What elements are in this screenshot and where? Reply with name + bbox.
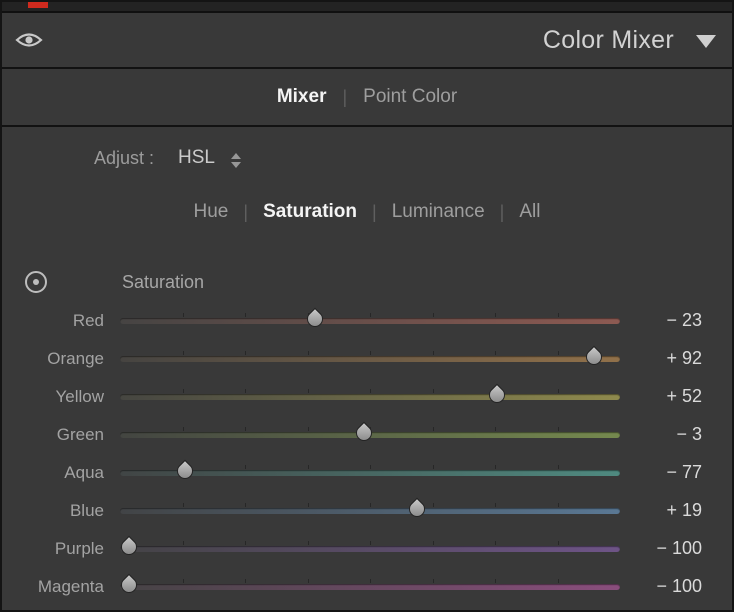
slider-value[interactable]: + 92 <box>612 348 702 369</box>
slider-label: Orange <box>47 349 104 368</box>
slider-label: Green <box>56 425 104 444</box>
slider-thumb[interactable] <box>173 459 196 483</box>
tab-point-color[interactable]: Point Color <box>363 86 457 108</box>
slider-label: Red <box>72 311 104 330</box>
panel-title: Color Mixer <box>542 26 674 54</box>
mode-tab-luminance[interactable]: Luminance <box>392 201 485 223</box>
slider-row-red: Red − 23 <box>2 302 732 340</box>
slider-track-bar[interactable] <box>120 394 620 400</box>
slider-value[interactable]: − 77 <box>612 462 702 483</box>
divider <box>2 125 732 127</box>
slider-label: Aqua <box>64 463 104 482</box>
color-mixer-panel: Color Mixer Mixer | Point Color Adjust : H… <box>0 0 734 612</box>
slider-label: Yellow <box>55 387 104 406</box>
slider-thumb[interactable] <box>582 345 605 369</box>
slider-track[interactable] <box>117 535 620 560</box>
slider-value[interactable]: + 19 <box>612 500 702 521</box>
section-title: Saturation <box>122 272 205 292</box>
target-adjustment-tool-icon[interactable] <box>25 271 47 293</box>
slider-thumb[interactable] <box>352 421 376 445</box>
slider-row-aqua: Aqua − 77 <box>2 454 732 492</box>
slider-thumb[interactable] <box>405 497 429 521</box>
slider-track[interactable] <box>120 421 620 446</box>
stepper-down-icon[interactable] <box>231 162 241 168</box>
slider-label: Magenta <box>37 577 104 596</box>
hsl-mode-tabs: Hue | Saturation | Luminance | All <box>2 198 732 226</box>
tab-separator: | <box>342 86 348 107</box>
slider-label: Blue <box>69 501 104 520</box>
collapse-triangle-icon[interactable] <box>696 35 716 48</box>
adjust-mode-select[interactable]: HSL <box>178 147 215 169</box>
slider-track[interactable] <box>120 307 620 332</box>
slider-track[interactable] <box>120 345 620 370</box>
slider-value[interactable]: − 23 <box>612 310 702 331</box>
slider-value[interactable]: + 52 <box>612 386 702 407</box>
slider-row-orange: Orange + 92 <box>2 340 732 378</box>
slider-thumb[interactable] <box>485 383 509 407</box>
adjust-stepper-icon[interactable] <box>231 153 241 168</box>
slider-label: Purple <box>54 539 104 558</box>
tab-mixer[interactable]: Mixer <box>277 86 327 108</box>
slider-row-green: Green − 3 <box>2 416 732 454</box>
slider-track-bar[interactable] <box>120 546 620 552</box>
slider-row-blue: Blue + 19 <box>2 492 732 530</box>
slider-thumb[interactable] <box>117 573 141 597</box>
slider-track[interactable] <box>120 383 620 408</box>
slider-track[interactable] <box>117 573 620 598</box>
slider-track-bar[interactable] <box>120 318 620 324</box>
adjust-label: Adjust : <box>94 148 155 168</box>
slider-value[interactable]: − 100 <box>612 576 702 597</box>
target-dot-icon <box>33 279 39 285</box>
slider-track[interactable] <box>120 459 620 484</box>
slider-thumb[interactable] <box>304 307 327 331</box>
mode-tab-hue[interactable]: Hue <box>194 201 229 223</box>
mixer-tabs: Mixer | Point Color <box>2 69 732 125</box>
slider-row-yellow: Yellow + 52 <box>2 378 732 416</box>
slider-track-bar[interactable] <box>120 356 620 362</box>
saturation-sliders: Red − 23 Orange + 92 Yellow + 52 Green −… <box>2 302 732 606</box>
slider-thumb[interactable] <box>117 535 141 559</box>
tab-separator: | <box>499 201 505 222</box>
slider-row-purple: Purple − 100 <box>2 530 732 568</box>
slider-row-magenta: Magenta − 100 <box>2 568 732 606</box>
mode-tab-saturation[interactable]: Saturation <box>263 201 357 223</box>
stepper-up-icon[interactable] <box>231 153 241 159</box>
top-strip <box>2 2 732 13</box>
mode-tab-all[interactable]: All <box>519 201 540 223</box>
slider-track-bar[interactable] <box>120 470 620 476</box>
tab-separator: | <box>243 201 249 222</box>
panel-visibility-eye-icon[interactable] <box>15 30 43 50</box>
slider-value[interactable]: − 100 <box>612 538 702 559</box>
slider-value[interactable]: − 3 <box>612 424 702 445</box>
red-accent-marker <box>28 2 48 8</box>
slider-track-bar[interactable] <box>120 584 620 590</box>
slider-track-bar[interactable] <box>120 508 620 514</box>
tab-separator: | <box>372 201 377 222</box>
slider-track[interactable] <box>120 497 620 522</box>
